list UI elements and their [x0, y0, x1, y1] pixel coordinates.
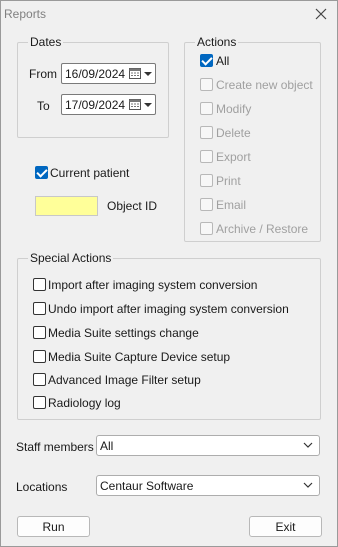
run-button[interactable]: Run	[17, 516, 90, 537]
action-archive-checkbox[interactable]	[200, 222, 213, 235]
special-import-label: Import after imaging system conversion	[48, 278, 258, 292]
from-date-dropdown-icon[interactable]	[144, 72, 152, 76]
reports-window: Reports Dates From 16/09/2024 To 17/09/2…	[0, 0, 338, 547]
calendar-icon[interactable]	[129, 67, 141, 79]
action-create-checkbox[interactable]	[200, 78, 213, 91]
staff-members-value: All	[100, 439, 114, 453]
from-date-value: 16/09/2024	[65, 67, 126, 81]
close-icon	[315, 8, 327, 20]
special-undo-import-label: Undo import after imaging system convers…	[48, 302, 289, 316]
window-title: Reports	[4, 7, 47, 21]
action-all-label: All	[216, 54, 230, 68]
action-delete-label: Delete	[216, 126, 251, 140]
locations-label: Locations	[16, 480, 68, 494]
actions-legend: Actions	[195, 35, 239, 49]
to-date-value: 17/09/2024	[65, 98, 126, 112]
to-label: To	[37, 99, 50, 113]
to-date-picker[interactable]: 17/09/2024	[61, 94, 156, 115]
action-modify-label: Modify	[216, 102, 252, 116]
close-button[interactable]	[310, 3, 332, 25]
action-email-checkbox[interactable]	[200, 198, 213, 211]
special-settings-label: Media Suite settings change	[48, 326, 199, 340]
to-date-dropdown-icon[interactable]	[144, 103, 152, 107]
action-archive-label: Archive / Restore	[216, 222, 309, 236]
action-print-checkbox[interactable]	[200, 174, 213, 187]
dates-group: Dates	[17, 35, 169, 138]
exit-button[interactable]: Exit	[249, 516, 322, 537]
action-email-label: Email	[216, 198, 247, 212]
object-id-label: Object ID	[107, 199, 158, 213]
special-radiology-label: Radiology log	[48, 396, 121, 410]
calendar-icon[interactable]	[129, 98, 141, 110]
current-patient-label: Current patient	[50, 166, 130, 180]
action-modify-checkbox[interactable]	[200, 102, 213, 115]
special-filter-checkbox[interactable]	[33, 373, 46, 386]
action-create-label: Create new object	[216, 78, 313, 92]
action-print-label: Print	[216, 174, 241, 188]
special-capture-checkbox[interactable]	[33, 350, 46, 363]
special-radiology-checkbox[interactable]	[33, 396, 46, 409]
action-delete-checkbox[interactable]	[200, 126, 213, 139]
special-capture-label: Media Suite Capture Device setup	[48, 350, 231, 364]
from-label: From	[29, 67, 57, 81]
dates-legend: Dates	[28, 35, 64, 49]
special-actions-legend: Special Actions	[28, 251, 114, 265]
special-import-checkbox[interactable]	[33, 278, 46, 291]
action-export-checkbox[interactable]	[200, 150, 213, 163]
object-id-input[interactable]	[35, 196, 98, 216]
staff-members-select[interactable]: All	[96, 435, 320, 456]
special-filter-label: Advanced Image Filter setup	[48, 373, 201, 387]
chevron-down-icon	[303, 442, 313, 448]
action-export-label: Export	[216, 150, 251, 164]
special-settings-checkbox[interactable]	[33, 326, 46, 339]
action-all-checkbox[interactable]	[200, 54, 213, 67]
from-date-picker[interactable]: 16/09/2024	[61, 63, 156, 84]
chevron-down-icon	[303, 482, 313, 488]
actions-group: Actions	[184, 35, 321, 242]
staff-members-label: Staff members	[16, 440, 94, 454]
current-patient-checkbox[interactable]	[35, 166, 48, 179]
locations-select[interactable]: Centaur Software	[96, 475, 320, 496]
special-undo-import-checkbox[interactable]	[33, 302, 46, 315]
locations-value: Centaur Software	[100, 479, 194, 493]
